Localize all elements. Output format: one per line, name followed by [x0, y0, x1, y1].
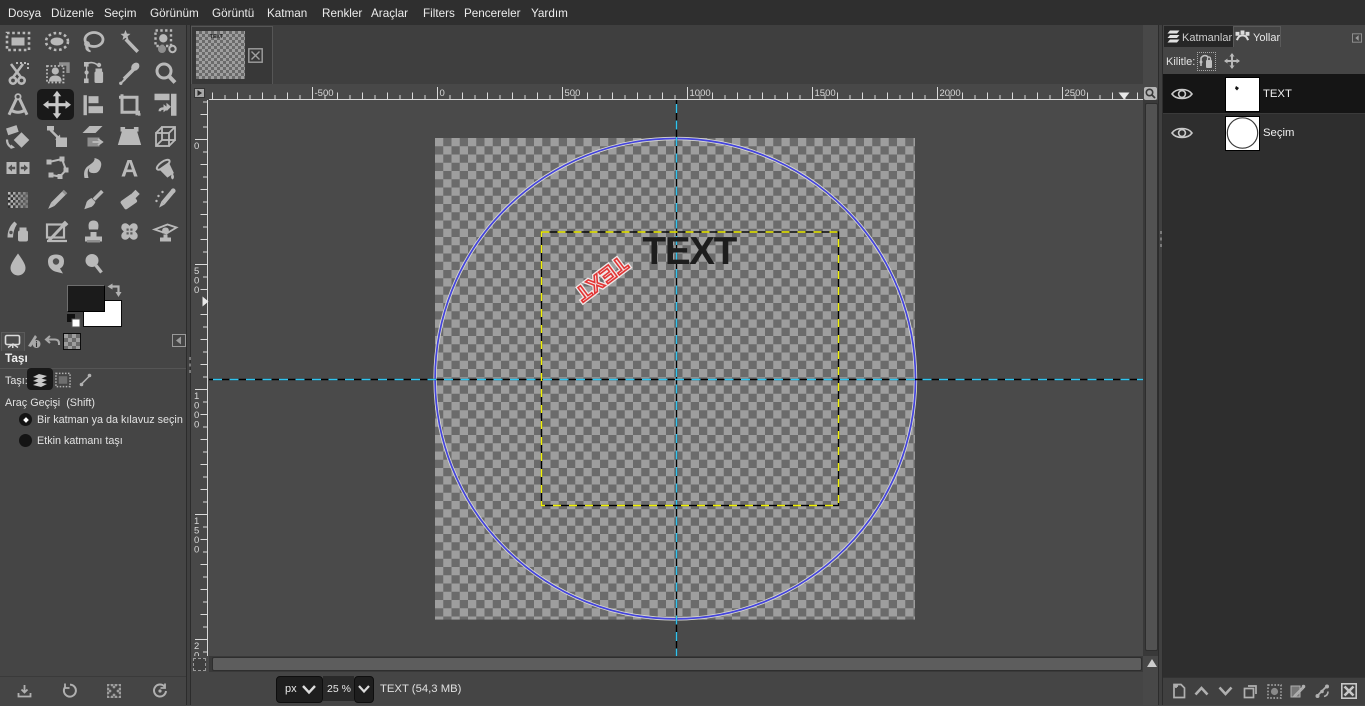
- svg-text:0: 0: [194, 651, 199, 657]
- svg-text:A: A: [121, 156, 138, 183]
- svg-text:1500: 1500: [815, 88, 836, 99]
- svg-text:i: i: [35, 340, 37, 349]
- svg-text:0: 0: [194, 420, 199, 431]
- svg-text:2500: 2500: [1065, 88, 1086, 99]
- svg-text:-500: -500: [315, 88, 334, 99]
- svg-text:0: 0: [440, 88, 445, 99]
- svg-text:TEXT: TEXT: [643, 230, 738, 273]
- svg-text:0: 0: [194, 285, 199, 296]
- svg-text:0: 0: [194, 545, 199, 556]
- svg-text:500: 500: [565, 88, 581, 99]
- svg-text:2000: 2000: [940, 88, 961, 99]
- svg-text:TEXT: TEXT: [570, 251, 632, 306]
- svg-text:1000: 1000: [690, 88, 711, 99]
- svg-text:0: 0: [194, 141, 199, 152]
